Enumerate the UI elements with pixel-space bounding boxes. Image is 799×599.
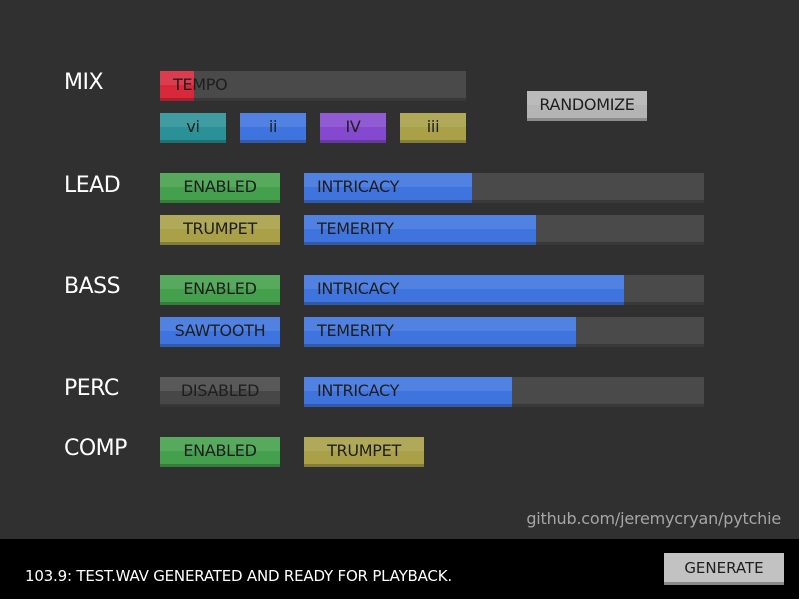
tempo-slider-label: TEMPO <box>173 75 228 94</box>
github-link[interactable]: github.com/jeremycryan/pytchie <box>526 509 781 528</box>
lead-temerity-slider[interactable]: TEMERITY <box>304 215 704 245</box>
bass-temerity-slider[interactable]: TEMERITY <box>304 317 704 347</box>
comp-instrument-button[interactable]: TRUMPET <box>304 437 424 467</box>
lead-enabled-toggle[interactable]: ENABLED <box>160 173 280 203</box>
lead-instrument-button[interactable]: TRUMPET <box>160 215 280 245</box>
chord-button-ii[interactable]: ii <box>240 113 306 143</box>
bass-temerity-label: TEMERITY <box>317 321 394 340</box>
footer-bar: 103.9: TEST.WAV GENERATED AND READY FOR … <box>0 539 799 599</box>
bass-intricacy-label: INTRICACY <box>317 279 400 298</box>
lead-intricacy-slider[interactable]: INTRICACY <box>304 173 704 203</box>
comp-enabled-toggle[interactable]: ENABLED <box>160 437 280 467</box>
perc-intricacy-slider[interactable]: INTRICACY <box>304 377 704 407</box>
bass-enabled-toggle[interactable]: ENABLED <box>160 275 280 305</box>
bass-instrument-button[interactable]: SAWTOOTH <box>160 317 280 347</box>
section-label-bass: BASS <box>64 274 121 299</box>
status-message: 103.9: TEST.WAV GENERATED AND READY FOR … <box>25 567 452 585</box>
section-label-perc: PERC <box>64 376 119 401</box>
bass-intricacy-slider[interactable]: INTRICACY <box>304 275 704 305</box>
chord-button-vi[interactable]: vi <box>160 113 226 143</box>
chord-button-IV[interactable]: IV <box>320 113 386 143</box>
tempo-slider[interactable]: TEMPO <box>160 71 466 101</box>
generate-button[interactable]: GENERATE <box>664 553 784 585</box>
perc-enabled-toggle[interactable]: DISABLED <box>160 377 280 407</box>
section-label-lead: LEAD <box>64 173 121 198</box>
section-label-comp: COMP <box>64 436 127 461</box>
lead-intricacy-label: INTRICACY <box>317 177 400 196</box>
chord-button-iii[interactable]: iii <box>400 113 466 143</box>
randomize-button[interactable]: RANDOMIZE <box>527 91 647 121</box>
section-label-mix: MIX <box>64 70 104 95</box>
lead-temerity-label: TEMERITY <box>317 219 394 238</box>
perc-intricacy-label: INTRICACY <box>317 381 400 400</box>
